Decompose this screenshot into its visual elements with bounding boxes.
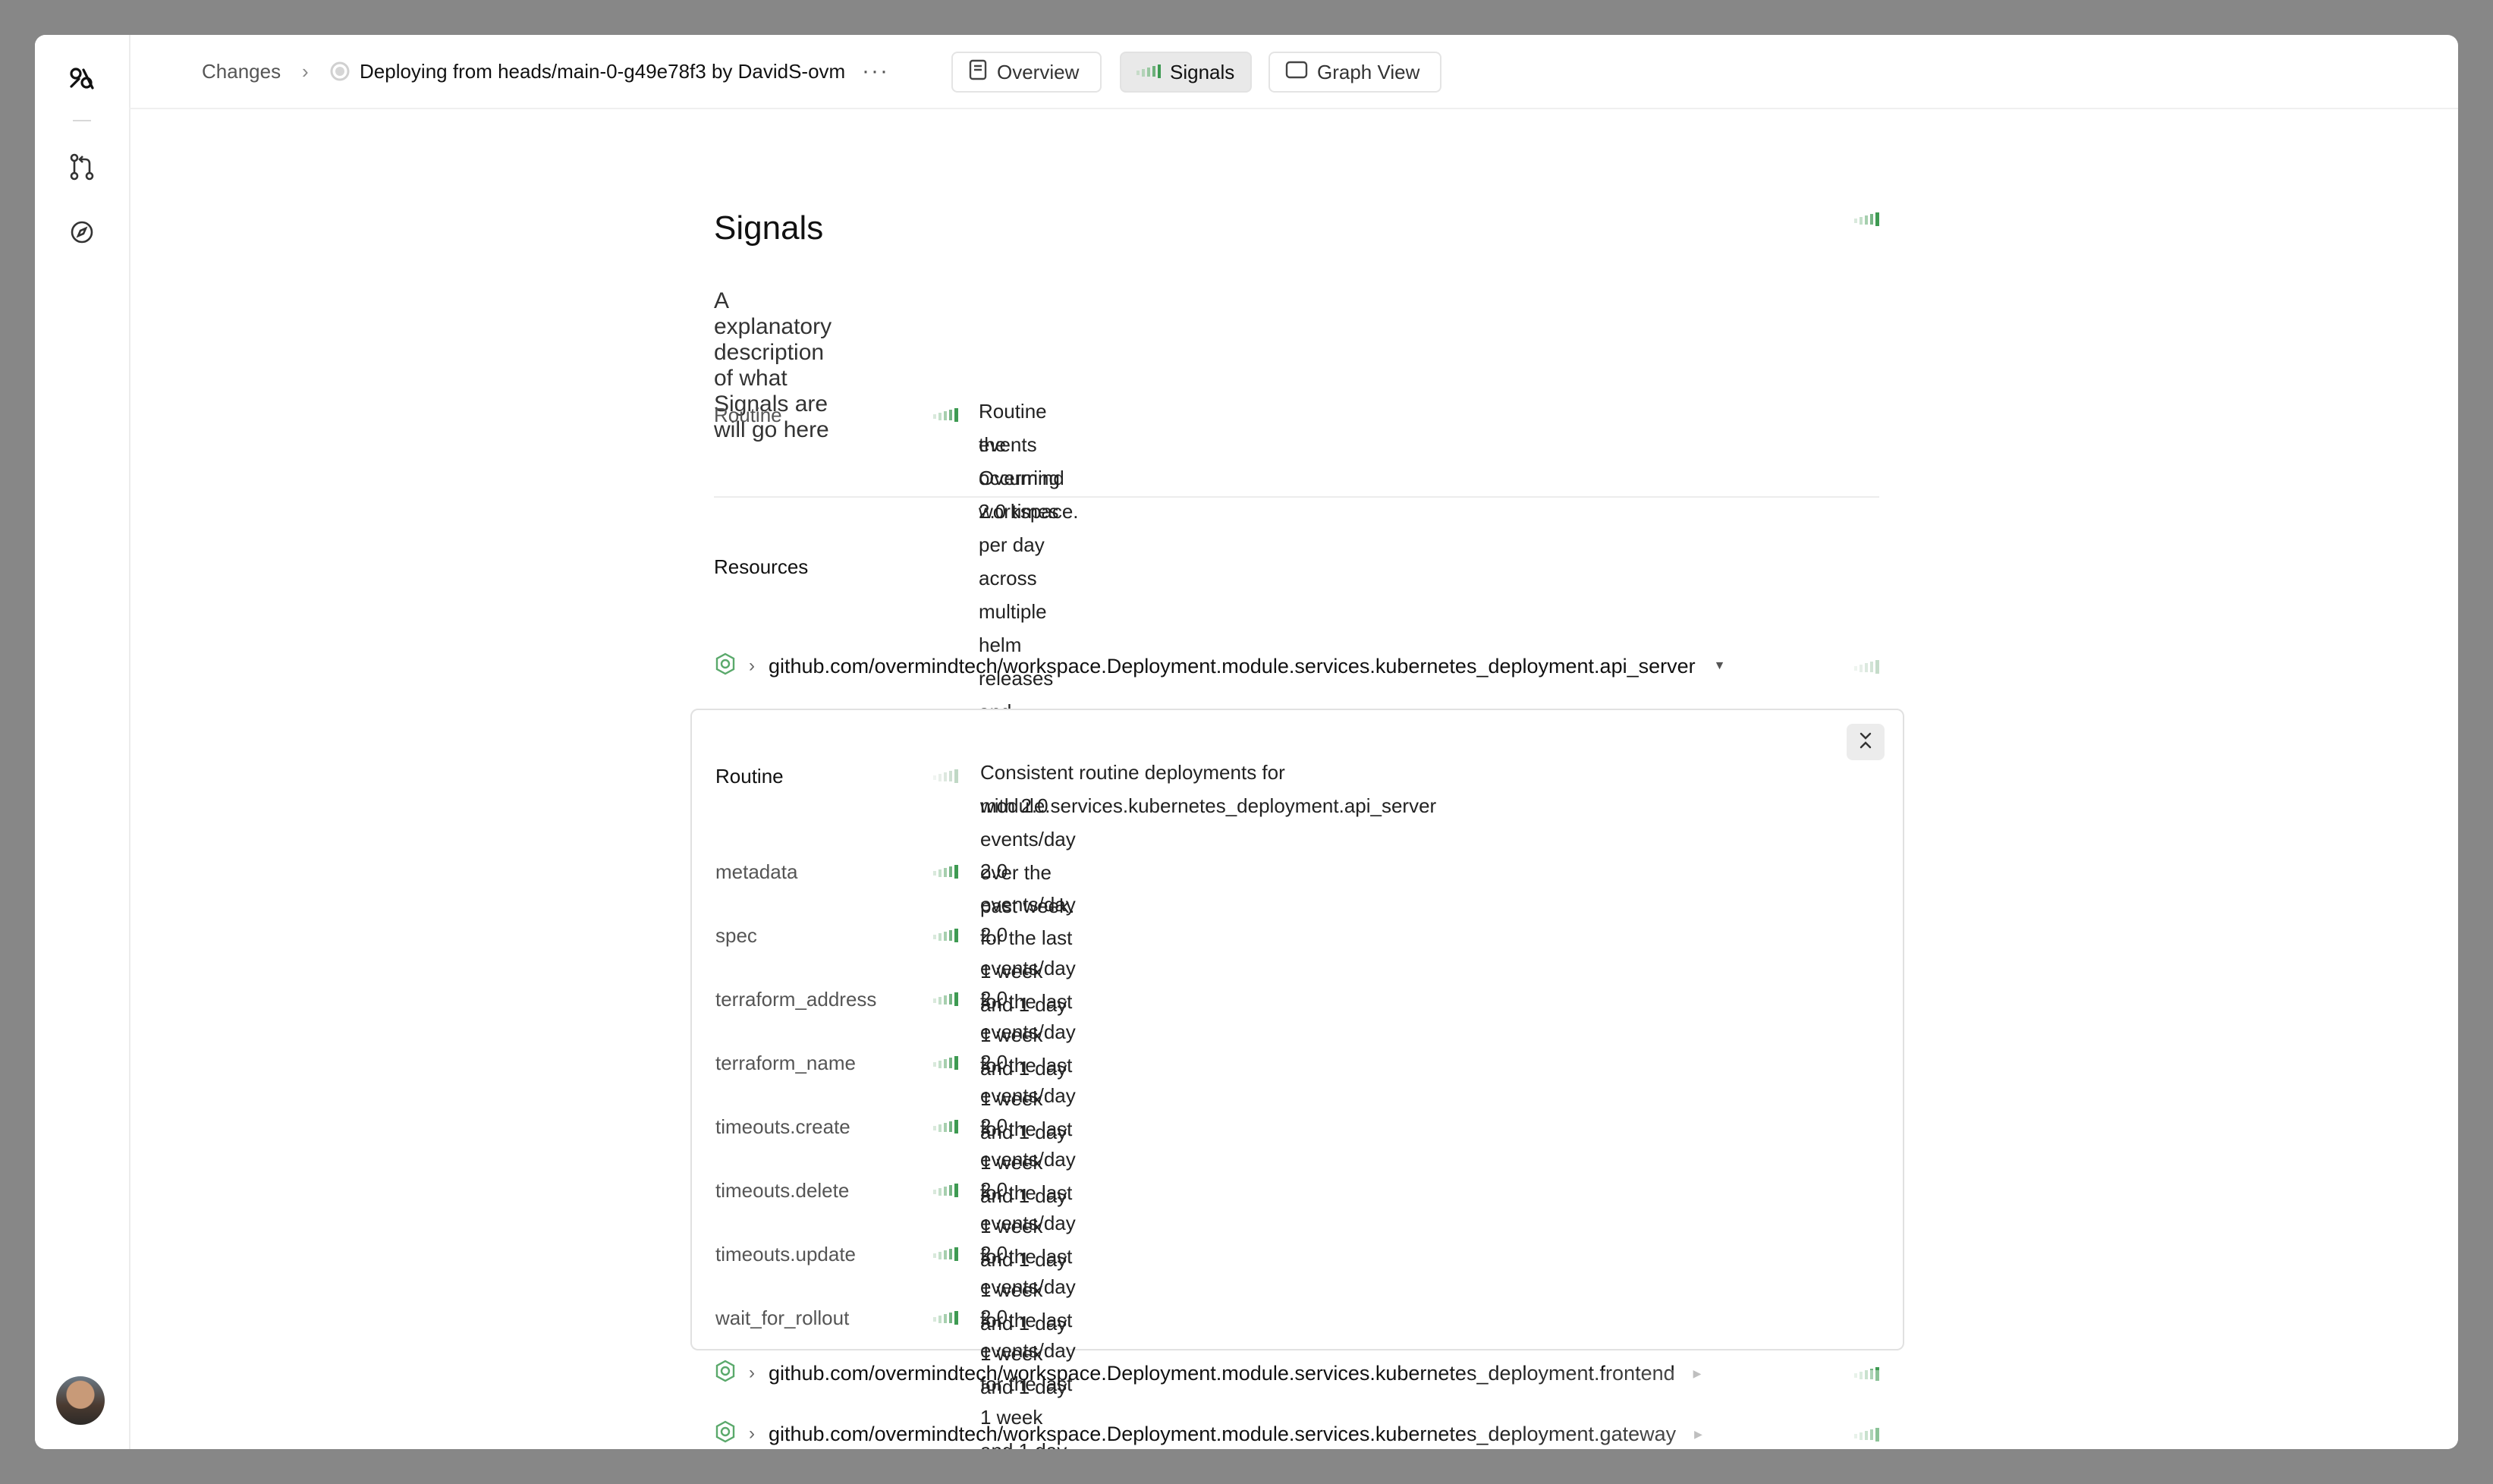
- detail-row-label: terraform_address: [715, 988, 877, 1011]
- detail-row-label: spec: [715, 924, 757, 947]
- signal-strength-icon: [1854, 1366, 1880, 1386]
- caret-right-icon[interactable]: ▶: [1694, 1428, 1702, 1441]
- collapse-button[interactable]: [1847, 724, 1885, 760]
- git-pull-request-icon[interactable]: [67, 152, 97, 186]
- breadcrumb-separator: ›: [302, 59, 309, 83]
- summary-text-line2: the Overmind workspace.: [979, 433, 1079, 523]
- tab-overview-label: Overview: [997, 60, 1080, 83]
- sidebar-rail: [35, 35, 130, 1449]
- detail-row-label: timeouts.delete: [715, 1179, 850, 1202]
- signal-strength-icon: [1854, 211, 1880, 231]
- resources-heading: Resources: [714, 555, 809, 578]
- detail-label: Routine: [715, 765, 784, 788]
- signal-strength-icon: [933, 863, 959, 884]
- top-bar: Changes › Deploying from heads/main-0-g4…: [129, 35, 2458, 109]
- page-title: Signals: [714, 209, 824, 247]
- signal-strength-icon: [933, 1310, 959, 1330]
- kubernetes-icon: [714, 1420, 737, 1448]
- resource-name: github.com/overmindtech/workspace.Deploy…: [769, 654, 1696, 678]
- resource-name: github.com/overmindtech/workspace.Deploy…: [769, 1361, 1675, 1385]
- chevron-right-icon[interactable]: ›: [749, 1363, 755, 1384]
- signal-strength-icon: [1854, 659, 1880, 679]
- tab-signals[interactable]: Signals: [1120, 52, 1252, 93]
- signal-strength-icon: [933, 1246, 959, 1266]
- signal-strength-icon: [933, 991, 959, 1011]
- user-avatar[interactable]: [56, 1376, 105, 1425]
- detail-row-label: timeouts.update: [715, 1243, 857, 1265]
- resource-row-frontend[interactable]: › github.com/overmindtech/workspace.Depl…: [714, 1357, 1701, 1390]
- resource-row-gateway[interactable]: › github.com/overmindtech/workspace.Depl…: [714, 1417, 1702, 1449]
- detail-row-label: timeouts.create: [715, 1115, 850, 1138]
- tab-graph-view[interactable]: Graph View: [1269, 52, 1441, 93]
- resource-name: github.com/overmindtech/workspace.Deploy…: [769, 1422, 1677, 1445]
- kubernetes-icon: [714, 1360, 737, 1388]
- signal-strength-icon: [933, 407, 959, 427]
- tab-graph-view-label: Graph View: [1317, 60, 1420, 83]
- status-dot-icon: [329, 35, 351, 108]
- section-divider: [714, 496, 1879, 498]
- document-icon: [968, 59, 988, 86]
- signal-strength-icon: [933, 768, 959, 788]
- tab-overview[interactable]: Overview: [951, 52, 1102, 93]
- chevrons-collapse-icon: [1857, 731, 1874, 754]
- signal-bars-icon: [1136, 61, 1161, 84]
- signal-strength-icon: [933, 1182, 959, 1203]
- caret-right-icon[interactable]: ▶: [1693, 1367, 1702, 1380]
- detail-row-label: wait_for_rollout: [715, 1306, 850, 1329]
- kubernetes-icon: [714, 652, 737, 681]
- detail-row-label: terraform_name: [715, 1052, 856, 1074]
- breadcrumb-changes[interactable]: Changes: [202, 35, 281, 108]
- detail-row-label: metadata: [715, 860, 798, 883]
- resource-row-api-server[interactable]: › github.com/overmindtech/workspace.Depl…: [714, 649, 1725, 683]
- more-options-button[interactable]: ···: [862, 35, 889, 108]
- compass-icon[interactable]: [67, 217, 97, 251]
- signal-strength-icon: [1854, 1426, 1880, 1447]
- caret-down-icon[interactable]: ▼: [1714, 659, 1726, 673]
- overmind-logo-icon[interactable]: [67, 64, 97, 98]
- signal-strength-icon: [933, 927, 959, 948]
- summary-label: Routine: [714, 404, 782, 426]
- chevron-right-icon[interactable]: ›: [749, 1423, 755, 1445]
- tab-signals-label: Signals: [1170, 60, 1235, 83]
- window-icon: [1285, 60, 1308, 85]
- change-title: Deploying from heads/main-0-g49e78f3 by …: [360, 59, 846, 83]
- chevron-right-icon[interactable]: ›: [749, 656, 755, 677]
- app-window: Changes › Deploying from heads/main-0-g4…: [35, 35, 2458, 1449]
- signal-strength-icon: [933, 1118, 959, 1139]
- rail-divider: [73, 120, 91, 121]
- signal-strength-icon: [933, 1055, 959, 1075]
